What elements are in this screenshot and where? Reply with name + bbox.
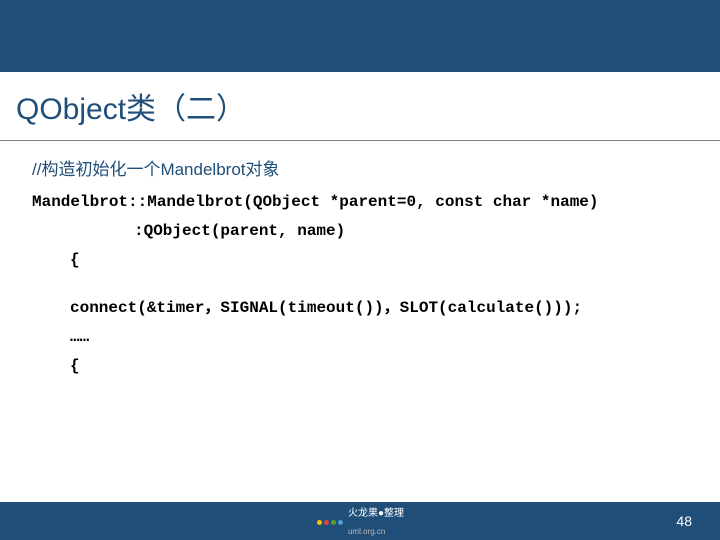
code-line-1: Mandelbrot::Mandelbrot(QObject *parent=0… (32, 188, 688, 217)
spacer (32, 274, 688, 294)
top-banner (0, 0, 720, 72)
code-ellipsis: …… (32, 323, 688, 352)
code-brace-open: { (32, 246, 688, 275)
footer-logo: 火龙果●整理 uml.org.cn (316, 503, 404, 539)
code-line-2: :QObject(parent, name) (32, 217, 688, 246)
title-underline (0, 140, 720, 141)
slide-title: QObject类（二） (0, 72, 720, 136)
slide-content: //构造初始化一个Mandelbrot对象 Mandelbrot::Mandel… (0, 155, 720, 381)
logo-url: uml.org.cn (348, 527, 385, 536)
logo-title: 火龙果●整理 (348, 508, 404, 519)
footer-bar: 火龙果●整理 uml.org.cn 48 (0, 502, 720, 540)
logo-dots-icon (316, 512, 344, 530)
logo-text-wrap: 火龙果●整理 uml.org.cn (348, 503, 404, 539)
code-connect: connect(&timer，SIGNAL(timeout())，SLOT(ca… (32, 294, 688, 323)
code-brace-open-2: { (32, 352, 688, 381)
code-comment: //构造初始化一个Mandelbrot对象 (32, 155, 688, 180)
page-number: 48 (676, 513, 720, 529)
